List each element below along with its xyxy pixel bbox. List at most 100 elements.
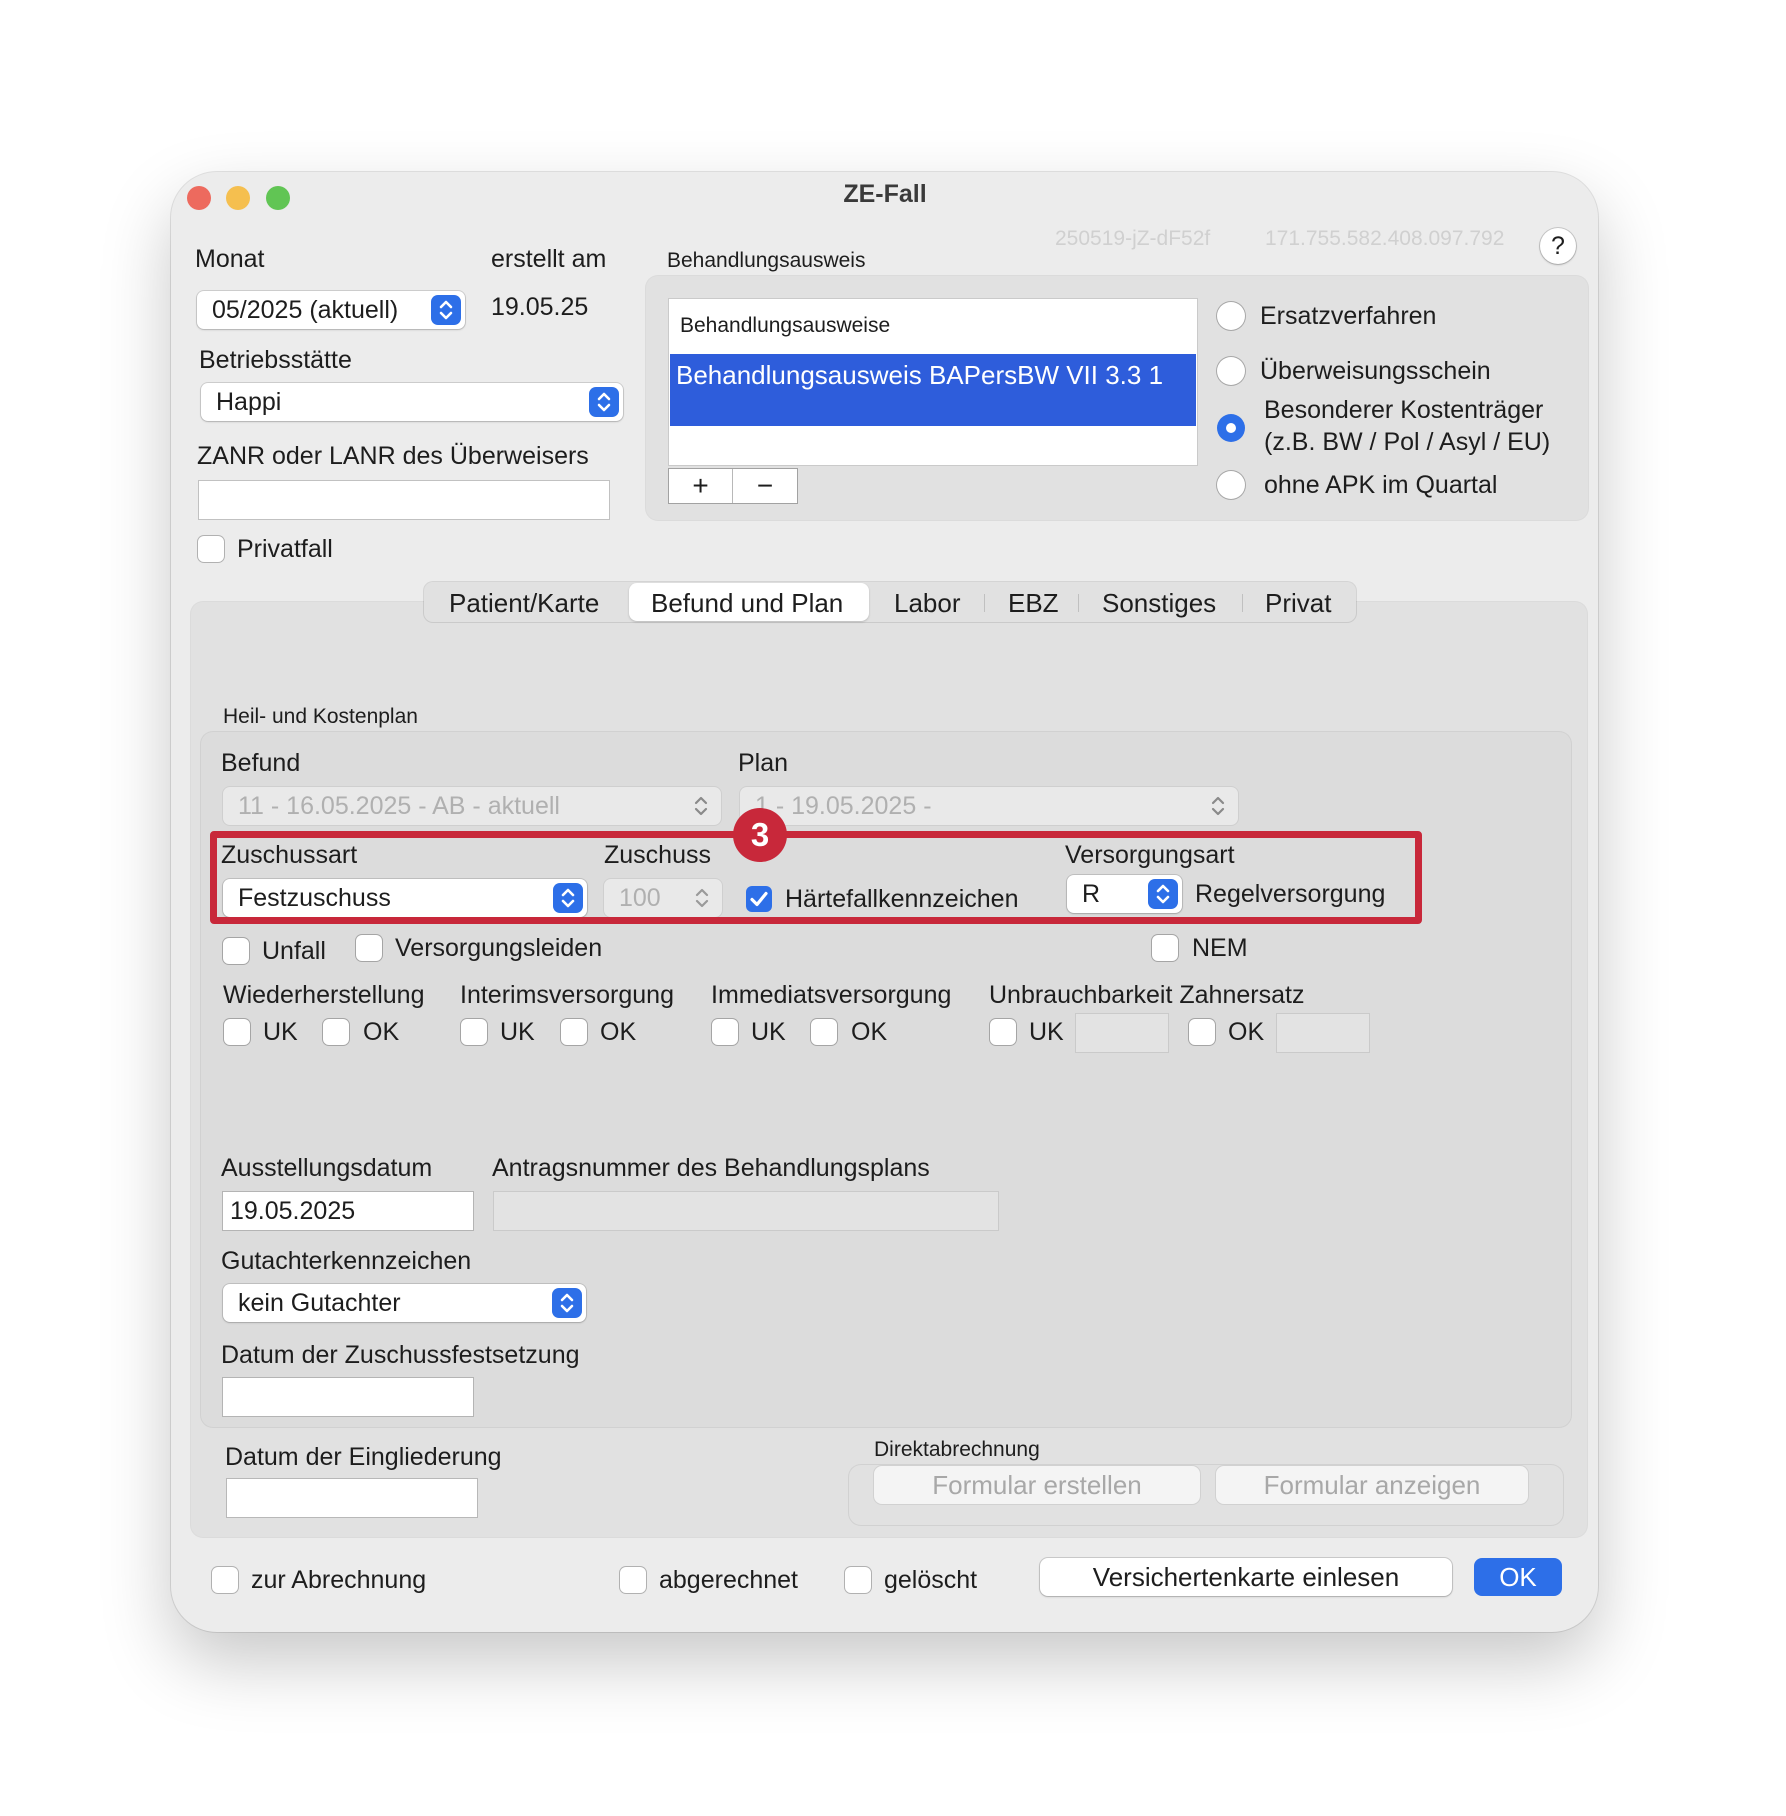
up-down-chevron-icon bbox=[552, 1288, 582, 1318]
unbrauchbarkeit-uk-input[interactable] bbox=[1076, 1014, 1168, 1052]
zur-abrechnung-checkbox[interactable] bbox=[212, 1567, 238, 1593]
close-window-button[interactable] bbox=[187, 186, 211, 210]
ausstellungsdatum-label: Ausstellungsdatum bbox=[221, 1154, 433, 1182]
gutachterkennzeichen-label: Gutachterkennzeichen bbox=[221, 1247, 472, 1275]
besonderer-kostentraeger-label: Besonderer Kostenträger bbox=[1264, 396, 1544, 424]
unbrauchbarkeit-uk-label: UK bbox=[1029, 1018, 1064, 1046]
monat-select[interactable]: 05/2025 (aktuell) bbox=[197, 291, 465, 329]
ohne-apk-label: ohne APK im Quartal bbox=[1264, 471, 1498, 499]
monat-label: Monat bbox=[195, 245, 265, 273]
ausstellungsdatum-input[interactable]: 19.05.2025 bbox=[223, 1192, 473, 1230]
nem-checkbox[interactable] bbox=[1152, 935, 1178, 961]
geloescht-checkbox[interactable] bbox=[845, 1567, 871, 1593]
case-id-code: 250519-jZ-dF52f bbox=[1055, 227, 1211, 250]
wiederherstellung-uk-label: UK bbox=[263, 1018, 298, 1046]
help-button[interactable]: ? bbox=[1540, 228, 1576, 264]
befund-select[interactable]: 11 - 16.05.2025 - AB - aktuell bbox=[223, 787, 721, 825]
wiederherstellung-ok-checkbox[interactable] bbox=[323, 1019, 349, 1045]
ersatzverfahren-radio[interactable] bbox=[1217, 302, 1245, 330]
tab-separator bbox=[984, 594, 985, 612]
up-down-chevron-icon bbox=[431, 295, 461, 325]
up-down-chevron-icon bbox=[689, 791, 713, 821]
nem-label: NEM bbox=[1192, 934, 1248, 962]
unfall-label: Unfall bbox=[262, 937, 326, 965]
up-down-chevron-icon bbox=[1206, 791, 1230, 821]
monat-select-value: 05/2025 (aktuell) bbox=[212, 296, 399, 324]
erstellt-am-label: erstellt am bbox=[491, 245, 607, 273]
list-item-label: Behandlungsausweis BAPersBW VII 3.3 1 bbox=[676, 360, 1164, 390]
tab-befund-und-plan[interactable]: Befund und Plan bbox=[651, 588, 843, 619]
betriebsstaette-label: Betriebsstätte bbox=[199, 346, 352, 374]
ohne-apk-radio[interactable] bbox=[1217, 471, 1245, 499]
besonderer-kostentraeger-sublabel: (z.B. BW / Pol / Asyl / EU) bbox=[1264, 428, 1551, 456]
remove-button[interactable]: − bbox=[733, 469, 797, 503]
immediatsversorgung-label: Immediatsversorgung bbox=[711, 981, 952, 1009]
list-header: Behandlungsausweise bbox=[680, 314, 891, 337]
interimsversorgung-label: Interimsversorgung bbox=[460, 981, 674, 1009]
ok-button[interactable]: OK bbox=[1474, 1558, 1562, 1596]
plan-select-value: 1 - 19.05.2025 - bbox=[755, 792, 932, 820]
plan-select[interactable]: 1 - 19.05.2025 - bbox=[740, 787, 1238, 825]
immediatsversorgung-uk-label: UK bbox=[751, 1018, 786, 1046]
tab-separator bbox=[1078, 594, 1079, 612]
interimsversorgung-ok-label: OK bbox=[600, 1018, 637, 1046]
interimsversorgung-uk-checkbox[interactable] bbox=[461, 1019, 487, 1045]
zuschussfestsetzung-input[interactable] bbox=[223, 1378, 473, 1416]
zanr-input[interactable] bbox=[199, 481, 609, 519]
window-title: ZE-Fall bbox=[843, 180, 927, 208]
interimsversorgung-uk-label: UK bbox=[500, 1018, 535, 1046]
ersatzverfahren-label: Ersatzverfahren bbox=[1260, 302, 1437, 330]
zur-abrechnung-label: zur Abrechnung bbox=[251, 1566, 427, 1594]
minimize-window-button[interactable] bbox=[226, 186, 250, 210]
hkp-group-label: Heil- und Kostenplan bbox=[223, 705, 418, 728]
annotation-highlight-box bbox=[210, 831, 1422, 924]
zoom-window-button[interactable] bbox=[266, 186, 290, 210]
wiederherstellung-uk-checkbox[interactable] bbox=[224, 1019, 250, 1045]
versichertenkarte-einlesen-button[interactable]: Versichertenkarte einlesen bbox=[1040, 1558, 1452, 1596]
eingliederung-label: Datum der Eingliederung bbox=[225, 1443, 502, 1471]
eingliederung-input[interactable] bbox=[227, 1479, 477, 1517]
plan-label: Plan bbox=[738, 749, 789, 777]
gutachterkennzeichen-select-value: kein Gutachter bbox=[238, 1289, 401, 1317]
immediatsversorgung-ok-checkbox[interactable] bbox=[811, 1019, 837, 1045]
privatfall-checkbox[interactable] bbox=[198, 536, 224, 562]
zanr-label: ZANR oder LANR des Überweisers bbox=[197, 442, 589, 470]
antragsnummer-label: Antragsnummer des Behandlungsplans bbox=[492, 1154, 930, 1182]
ueberweisungsschein-radio[interactable] bbox=[1217, 357, 1245, 385]
tab-privat[interactable]: Privat bbox=[1265, 588, 1331, 619]
case-id-number: 171.755.582.408.097.792 bbox=[1265, 227, 1505, 250]
befund-select-value: 11 - 16.05.2025 - AB - aktuell bbox=[238, 792, 560, 820]
tab-sonstiges[interactable]: Sonstiges bbox=[1102, 588, 1216, 619]
ueberweisungsschein-label: Überweisungsschein bbox=[1260, 357, 1491, 385]
antragsnummer-input[interactable] bbox=[494, 1192, 998, 1230]
list-item-selected[interactable]: Behandlungsausweis BAPersBW VII 3.3 1 bbox=[670, 354, 1196, 426]
behandlungsausweis-group-label: Behandlungsausweis bbox=[667, 249, 866, 272]
unbrauchbarkeit-ok-input[interactable] bbox=[1277, 1014, 1369, 1052]
abgerechnet-label: abgerechnet bbox=[659, 1566, 799, 1594]
interimsversorgung-ok-checkbox[interactable] bbox=[561, 1019, 587, 1045]
immediatsversorgung-uk-checkbox[interactable] bbox=[712, 1019, 738, 1045]
besonderer-kostentraeger-radio[interactable] bbox=[1217, 414, 1245, 442]
formular-anzeigen-button[interactable]: Formular anzeigen bbox=[1216, 1466, 1528, 1504]
betriebsstaette-select[interactable]: Happi bbox=[201, 383, 623, 421]
erstellt-am-value: 19.05.25 bbox=[491, 293, 589, 321]
tab-labor[interactable]: Labor bbox=[894, 588, 961, 619]
wiederherstellung-label: Wiederherstellung bbox=[223, 981, 425, 1009]
ausstellungsdatum-value: 19.05.2025 bbox=[230, 1197, 356, 1225]
betriebsstaette-select-value: Happi bbox=[216, 388, 282, 416]
formular-erstellen-button[interactable]: Formular erstellen bbox=[874, 1466, 1200, 1504]
tab-ebz[interactable]: EBZ bbox=[1008, 588, 1059, 619]
unbrauchbarkeit-label: Unbrauchbarkeit Zahnersatz bbox=[989, 981, 1305, 1009]
abgerechnet-checkbox[interactable] bbox=[620, 1567, 646, 1593]
versorgungsleiden-checkbox[interactable] bbox=[356, 935, 382, 961]
unfall-checkbox[interactable] bbox=[223, 938, 249, 964]
privatfall-label: Privatfall bbox=[237, 535, 333, 563]
geloescht-label: gelöscht bbox=[884, 1566, 978, 1594]
unbrauchbarkeit-uk-checkbox[interactable] bbox=[990, 1019, 1016, 1045]
add-button[interactable]: + bbox=[669, 469, 732, 503]
unbrauchbarkeit-ok-checkbox[interactable] bbox=[1189, 1019, 1215, 1045]
gutachterkennzeichen-select[interactable]: kein Gutachter bbox=[223, 1284, 586, 1322]
tab-patient-karte[interactable]: Patient/Karte bbox=[449, 588, 599, 619]
unbrauchbarkeit-ok-label: OK bbox=[1228, 1018, 1265, 1046]
zuschussfestsetzung-label: Datum der Zuschussfestsetzung bbox=[221, 1341, 580, 1369]
